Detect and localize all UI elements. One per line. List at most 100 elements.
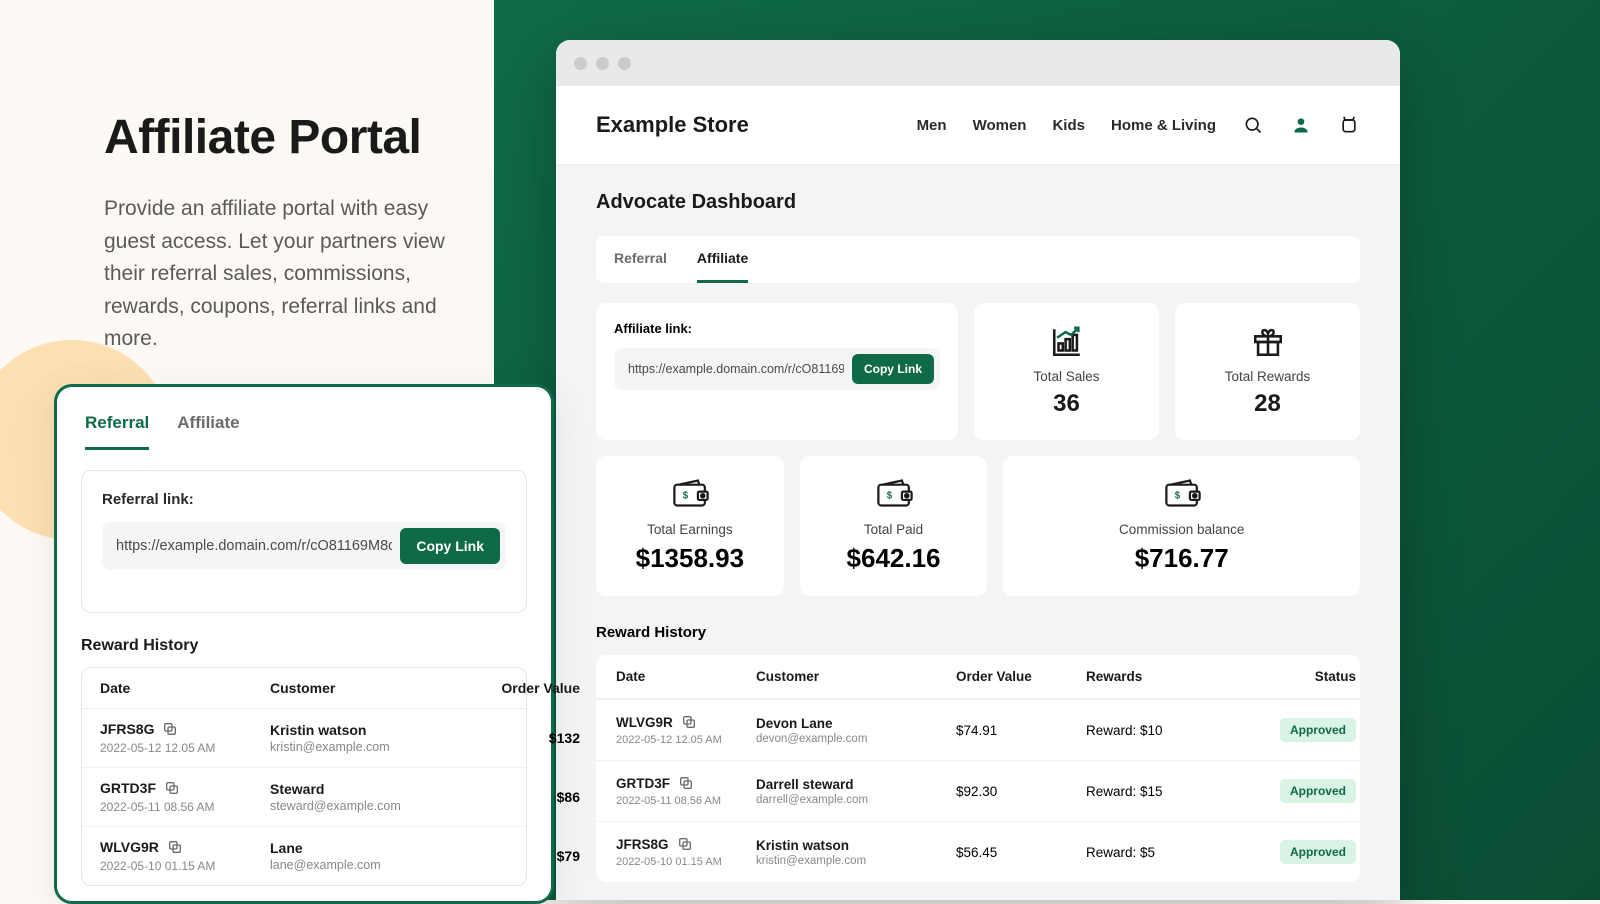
svg-text:$: $ <box>886 491 892 502</box>
reward-history-table: Date Customer Order Value Rewards Status… <box>596 655 1360 882</box>
customer-name: Steward <box>270 781 480 797</box>
commission-balance-label: Commission balance <box>1119 522 1244 537</box>
window-dot <box>574 57 587 70</box>
referral-code: JFRS8G <box>616 836 756 852</box>
total-sales-value: 36 <box>1053 390 1080 418</box>
order-value: $56.45 <box>956 845 1086 860</box>
customer-email: lane@example.com <box>270 858 480 872</box>
total-paid-card: $ Total Paid $642.16 <box>800 456 988 596</box>
table-header: Date Customer Order Value <box>82 668 526 709</box>
table-row: GRTD3F 2022-05-11 08.56 AMSteward steward… <box>82 767 526 826</box>
referral-code: WLVG9R <box>616 714 756 730</box>
svg-text:$: $ <box>683 491 689 502</box>
stats-row-1: Affiliate link: https://example.domain.c… <box>596 303 1360 440</box>
commission-balance-card: $ Commission balance $716.77 <box>1003 456 1360 596</box>
window-dot <box>618 57 631 70</box>
nav-men[interactable]: Men <box>917 117 947 134</box>
svg-text:$: $ <box>1174 491 1180 502</box>
row-date: 2022-05-11 08.56 AM <box>616 795 756 807</box>
referral-link-input[interactable]: https://example.domain.com/r/cO81169M8c <box>116 538 392 554</box>
col-rewards: Rewards <box>1086 669 1246 684</box>
table-row: WLVG9R 2022-05-12 12.05 AMDevon Lanedevo… <box>596 699 1360 760</box>
customer-email: kristin@example.com <box>270 740 480 754</box>
order-value: $92.30 <box>956 784 1086 799</box>
commission-balance-value: $716.77 <box>1135 543 1229 574</box>
copy-icon[interactable] <box>677 836 693 852</box>
col-order-value: Order Value <box>956 669 1086 684</box>
referral-code: GRTD3F <box>616 775 756 791</box>
reward-history-table: Date Customer Order Value JFRS8G 2022-05… <box>81 667 527 886</box>
row-date: 2022-05-12 12.05 AM <box>100 741 270 755</box>
search-icon[interactable] <box>1242 114 1264 136</box>
dash-tab-referral[interactable]: Referral <box>614 236 667 283</box>
referral-portal-card: Referral Affiliate Referral link: https:… <box>54 384 554 904</box>
copy-icon[interactable] <box>678 775 694 791</box>
customer-name: Devon Lane <box>756 716 956 731</box>
table-header: Date Customer Order Value Rewards Status <box>596 655 1360 699</box>
tab-affiliate[interactable]: Affiliate <box>177 413 239 450</box>
portal-tabs: Referral Affiliate <box>57 413 551 450</box>
customer-email: devon@example.com <box>756 733 956 745</box>
affiliate-link-input[interactable]: https://example.domain.com/r/cO81169M8c <box>628 362 844 376</box>
cart-icon[interactable] <box>1338 114 1360 136</box>
reward-value: Reward: $10 <box>1086 723 1246 738</box>
status-badge: Approved <box>1280 779 1356 803</box>
store-name: Example Store <box>596 112 749 138</box>
affiliate-link-row: https://example.domain.com/r/cO81169M8c … <box>614 348 940 390</box>
hero-description: Provide an affiliate portal with easy gu… <box>104 193 454 356</box>
table-row: JFRS8G 2022-05-12 12.05 AMKristin watson… <box>82 709 526 767</box>
reward-value: Reward: $15 <box>1086 784 1246 799</box>
wallet-icon: $ <box>1165 478 1199 512</box>
order-value: $86 <box>480 789 580 805</box>
copy-link-button[interactable]: Copy Link <box>852 354 934 384</box>
row-date: 2022-05-10 01.15 AM <box>616 856 756 868</box>
row-date: 2022-05-11 08.56 AM <box>100 800 270 814</box>
total-rewards-value: 28 <box>1254 390 1281 418</box>
customer-email: darrell@example.com <box>756 794 956 806</box>
chart-growth-icon <box>1050 325 1084 359</box>
reward-value: Reward: $5 <box>1086 845 1246 860</box>
copy-icon[interactable] <box>167 839 183 855</box>
dash-tab-affiliate[interactable]: Affiliate <box>697 236 748 283</box>
total-paid-value: $642.16 <box>847 543 941 574</box>
customer-name: Kristin watson <box>270 722 480 738</box>
col-status: Status <box>1246 669 1356 684</box>
total-earnings-label: Total Earnings <box>647 522 733 537</box>
stats-row-2: $ Total Earnings $1358.93 $ Total Paid $… <box>596 456 1360 596</box>
total-rewards-card: Total Rewards 28 <box>1175 303 1360 440</box>
tab-referral[interactable]: Referral <box>85 413 149 450</box>
col-order-value: Order Value <box>480 680 580 696</box>
copy-icon[interactable] <box>164 780 180 796</box>
dashboard-title: Advocate Dashboard <box>596 191 1360 214</box>
customer-name: Darrell steward <box>756 777 956 792</box>
referral-link-label: Referral link: <box>102 491 506 508</box>
table-row: GRTD3F 2022-05-11 08.56 AMDarrell stewar… <box>596 760 1360 821</box>
customer-name: Lane <box>270 840 480 856</box>
copy-link-button[interactable]: Copy Link <box>400 528 500 564</box>
wallet-icon: $ <box>877 478 911 512</box>
referral-code: JFRS8G <box>100 721 270 737</box>
table-row: JFRS8G 2022-05-10 01.15 AMKristin watson… <box>596 821 1360 882</box>
store-header: Example Store Men Women Kids Home & Livi… <box>556 86 1400 165</box>
total-earnings-card: $ Total Earnings $1358.93 <box>596 456 784 596</box>
total-rewards-label: Total Rewards <box>1225 369 1311 384</box>
browser-window: Example Store Men Women Kids Home & Livi… <box>556 40 1400 900</box>
nav-home-living[interactable]: Home & Living <box>1111 117 1216 134</box>
copy-icon[interactable] <box>681 714 697 730</box>
store-nav: Men Women Kids Home & Living <box>917 114 1360 136</box>
order-value: $132 <box>480 730 580 746</box>
total-earnings-value: $1358.93 <box>636 543 744 574</box>
nav-kids[interactable]: Kids <box>1052 117 1085 134</box>
referral-code: WLVG9R <box>100 839 270 855</box>
status-badge: Approved <box>1280 718 1356 742</box>
customer-email: steward@example.com <box>270 799 480 813</box>
total-paid-label: Total Paid <box>864 522 923 537</box>
total-sales-card: Total Sales 36 <box>974 303 1159 440</box>
referral-code: GRTD3F <box>100 780 270 796</box>
total-sales-label: Total Sales <box>1033 369 1099 384</box>
customer-name: Kristin watson <box>756 838 956 853</box>
dashboard-tabs: Referral Affiliate <box>596 236 1360 283</box>
nav-women[interactable]: Women <box>973 117 1027 134</box>
user-icon[interactable] <box>1290 114 1312 136</box>
copy-icon[interactable] <box>162 721 178 737</box>
